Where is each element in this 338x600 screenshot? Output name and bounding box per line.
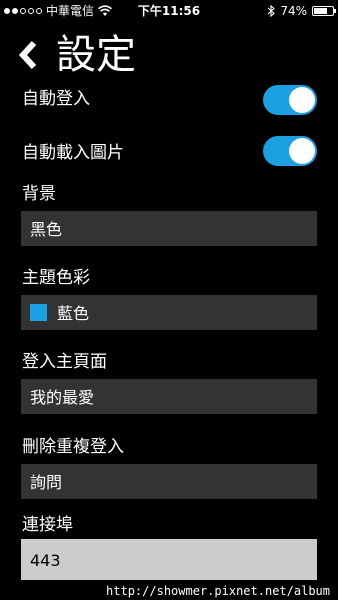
background-select[interactable]: 黑色 <box>21 211 317 246</box>
color-swatch <box>30 303 47 321</box>
chevron-left-icon[interactable] <box>18 40 40 70</box>
home-page-select[interactable]: 我的最愛 <box>21 379 317 414</box>
delete-duplicate-value: 詢問 <box>30 473 63 492</box>
auto-load-images-label: 自動載入圖片 <box>22 143 124 163</box>
home-page-value: 我的最愛 <box>30 388 95 407</box>
watermark: http://showmer.pixnet.net/album <box>104 584 332 598</box>
battery-percent: 74% <box>280 4 307 18</box>
bluetooth-icon <box>267 5 276 17</box>
port-input[interactable]: 443 <box>21 539 317 580</box>
theme-color-select[interactable]: 藍色 <box>21 295 317 330</box>
toggle-knob <box>289 87 315 113</box>
background-label: 背景 <box>22 184 56 204</box>
theme-color-label: 主題色彩 <box>22 268 90 288</box>
delete-duplicate-label: 刪除重複登入 <box>22 437 124 457</box>
port-label: 連接埠 <box>22 515 73 535</box>
auto-load-images-toggle[interactable] <box>263 136 317 166</box>
page-title: 設定 <box>56 32 136 78</box>
settings-screen: 中華電信 下午11:56 74% 設定 自動登入 自動載入圖片 背景 黑色 主題… <box>0 0 338 600</box>
port-value: 443 <box>30 551 61 570</box>
background-value: 黑色 <box>30 220 63 239</box>
auto-login-label: 自動登入 <box>22 89 90 109</box>
header: 設定 <box>0 28 338 84</box>
status-right: 74% <box>267 0 336 22</box>
theme-color-value: 藍色 <box>57 304 90 323</box>
home-page-label: 登入主頁面 <box>22 352 107 372</box>
auto-login-toggle[interactable] <box>263 85 317 115</box>
status-bar: 中華電信 下午11:56 74% <box>0 0 338 22</box>
battery-icon <box>312 6 336 16</box>
toggle-knob <box>289 138 315 164</box>
delete-duplicate-select[interactable]: 詢問 <box>21 464 317 499</box>
